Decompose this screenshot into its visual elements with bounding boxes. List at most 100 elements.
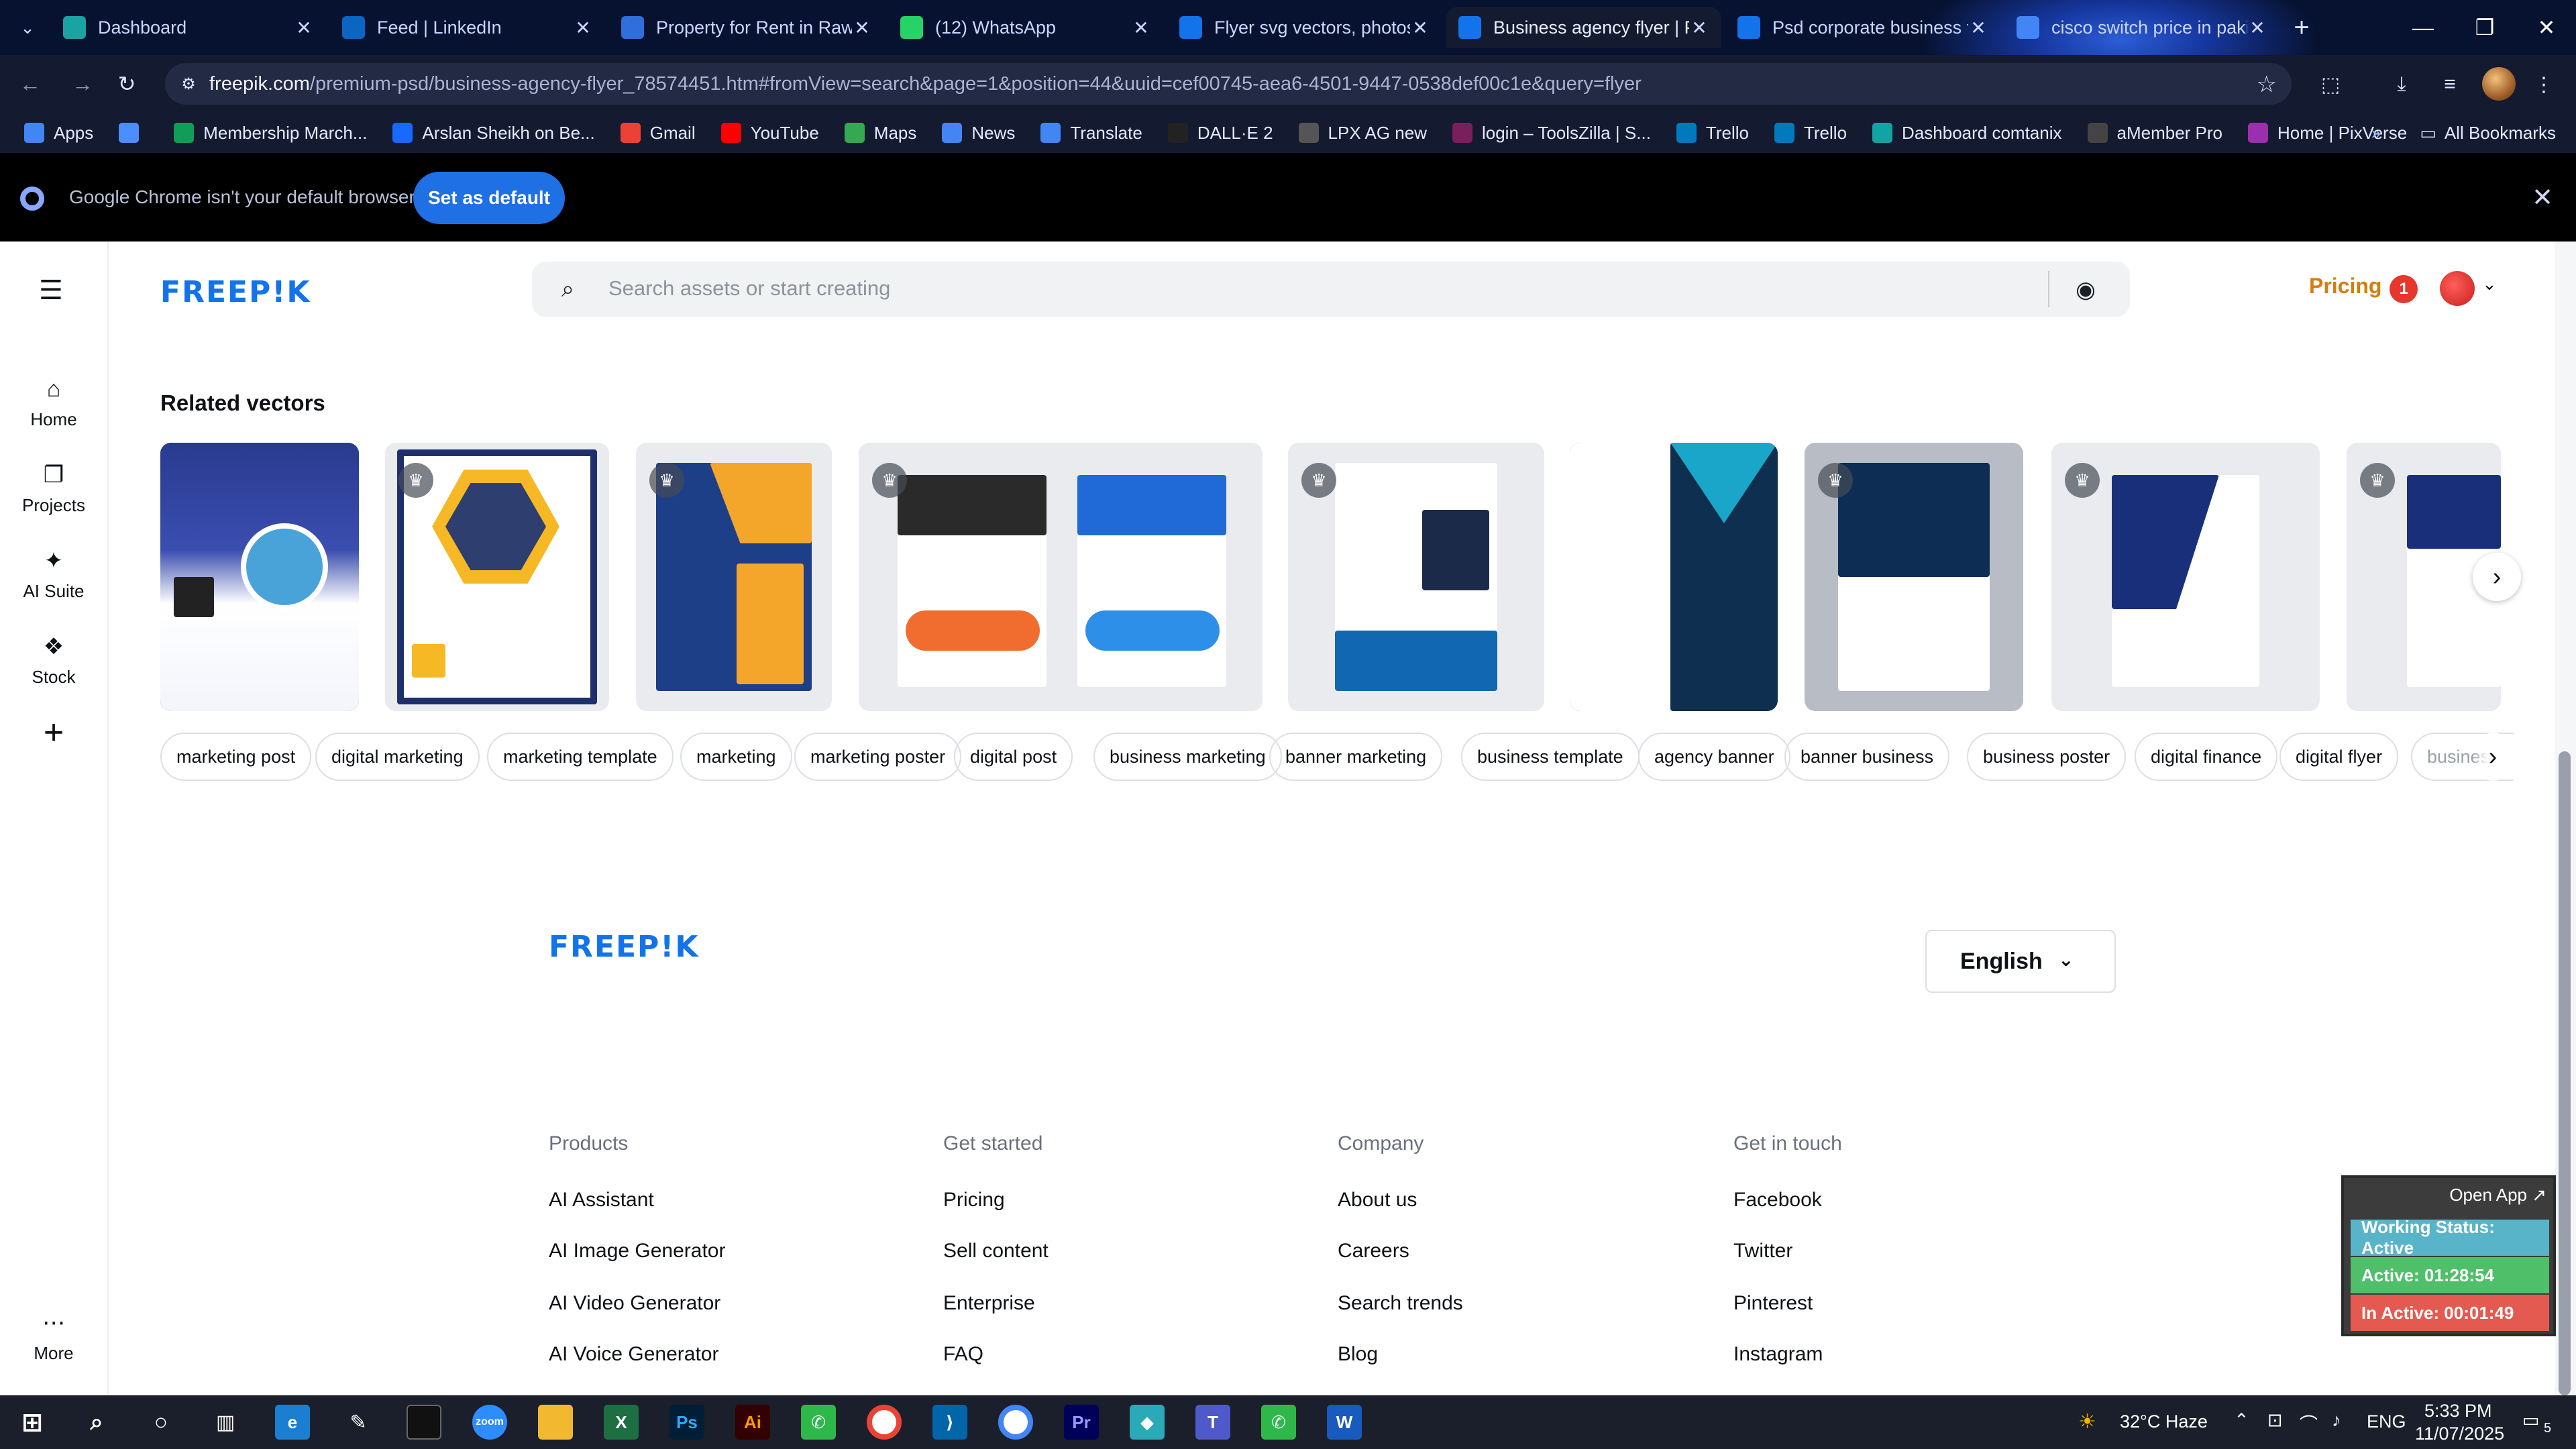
footer-link[interactable]: AI Voice Generator <box>549 1343 718 1366</box>
vscode-icon[interactable]: ⟩ <box>932 1405 967 1440</box>
related-thumb-5[interactable]: ♛ <box>1288 443 1544 711</box>
search-input[interactable]: Search assets or start creating <box>608 276 890 301</box>
search-icon[interactable]: ⌕ <box>79 1405 114 1440</box>
footer-link[interactable]: Twitter <box>1733 1240 1792 1263</box>
pen-icon[interactable]: ✎ <box>341 1405 376 1440</box>
edge-icon[interactable]: e <box>275 1405 310 1440</box>
bookmarks-more-icon[interactable]: » <box>2371 123 2381 144</box>
thumbs-next-arrow-icon[interactable]: › <box>2473 553 2521 601</box>
menu-hamburger-icon[interactable]: ☰ <box>39 275 63 306</box>
volume-icon[interactable]: ♪ <box>2332 1410 2341 1431</box>
bookmark-item[interactable]: aMember Pro <box>2087 123 2222 144</box>
minimize-button[interactable]: — <box>2392 0 2454 55</box>
bookmark-item[interactable]: News <box>942 123 1015 144</box>
account-chevron-down-icon[interactable]: ⌄ <box>2482 274 2497 294</box>
footer-link[interactable]: Pricing <box>943 1189 1005 1212</box>
page-scrollbar-thumb[interactable] <box>2559 751 2571 1395</box>
bookmark-item[interactable]: YouTube <box>720 123 819 144</box>
site-info-icon[interactable]: ⚙ <box>178 74 199 94</box>
phone-link-icon[interactable]: ✆ <box>801 1405 836 1440</box>
footer-link[interactable]: AI Image Generator <box>549 1240 725 1263</box>
tag-chip[interactable]: business poster <box>1967 733 2127 781</box>
close-window-button[interactable]: ✕ <box>2516 0 2576 55</box>
close-tab-icon[interactable]: ✕ <box>573 17 593 39</box>
footer-link[interactable]: About us <box>1338 1189 1417 1212</box>
tag-chip[interactable]: business template <box>1461 733 1640 781</box>
cortana-icon[interactable]: ○ <box>144 1405 178 1440</box>
sidebar-item-ai-suite[interactable]: ✦ AI Suite <box>0 547 107 602</box>
browser-tab[interactable]: Business agency flyer | Pr ✕ <box>1446 7 1721 48</box>
freepik-logo[interactable]: FREEP!K <box>160 275 311 309</box>
bookmark-item[interactable]: Translate <box>1040 123 1142 144</box>
tag-chip[interactable]: marketing <box>680 733 792 781</box>
bookmark-item[interactable]: Dashboard comtanix <box>1872 123 2062 144</box>
related-thumb-2[interactable]: ♛ <box>385 443 609 711</box>
footer-link[interactable]: Careers <box>1338 1240 1409 1263</box>
footer-link[interactable]: FAQ <box>943 1343 983 1366</box>
related-thumb-6[interactable] <box>1570 443 1778 711</box>
illustrator-icon[interactable]: Ai <box>735 1405 770 1440</box>
media-controls-icon[interactable]: ≡ <box>2435 70 2465 99</box>
back-icon[interactable]: ← <box>15 68 46 99</box>
bookmark-item[interactable]: Apps <box>24 123 93 144</box>
bookmark-item[interactable]: Trello <box>1774 123 1847 144</box>
clock-date[interactable]: 11/07/2025 <box>2415 1424 2504 1444</box>
footer-link[interactable]: Enterprise <box>943 1292 1035 1315</box>
weather-icon[interactable]: ☀ <box>2078 1410 2096 1434</box>
all-bookmarks-link[interactable]: All Bookmarks <box>2445 123 2556 144</box>
close-tab-icon[interactable]: ✕ <box>1689 17 1709 39</box>
browser-tab[interactable]: cisco switch price in paki ✕ <box>2004 7 2279 48</box>
bookmark-item[interactable]: DALL·E 2 <box>1167 123 1273 144</box>
footer-link[interactable]: AI Video Generator <box>549 1292 720 1315</box>
footer-link[interactable]: Facebook <box>1733 1189 1822 1212</box>
language-selector[interactable]: English ⌄ <box>1925 930 2116 993</box>
photoshop-icon[interactable]: Ps <box>669 1405 704 1440</box>
bookmark-item[interactable]: Membership March... <box>174 123 367 144</box>
wifi-icon[interactable]: ⌒ <box>2300 1410 2318 1436</box>
close-tab-icon[interactable]: ✕ <box>294 17 314 39</box>
excel-icon[interactable]: X <box>604 1405 639 1440</box>
footer-link[interactable]: Search trends <box>1338 1292 1463 1315</box>
browser-tab[interactable]: Dashboard ✕ <box>51 7 326 48</box>
related-thumb-1[interactable] <box>160 443 359 711</box>
downloads-icon[interactable]: ⤓ <box>2387 70 2416 99</box>
chrome-icon[interactable] <box>867 1405 902 1440</box>
browser-tab[interactable]: (12) WhatsApp ✕ <box>888 7 1163 48</box>
tag-chip[interactable]: banner marketing <box>1269 733 1443 781</box>
bookmark-item[interactable]: Maps <box>844 123 916 144</box>
sidebar-item-projects[interactable]: ❐ Projects <box>0 462 107 516</box>
zoom-icon[interactable]: zoom <box>472 1405 507 1440</box>
restore-button[interactable]: ❐ <box>2454 0 2516 55</box>
bookmark-item[interactable]: login – ToolsZilla | S... <box>1452 123 1651 144</box>
related-thumb-7[interactable]: ♛ <box>1805 443 2023 711</box>
sidebar-item-add[interactable]: + <box>0 715 107 753</box>
tag-chip[interactable]: marketing post <box>160 733 312 781</box>
footer-freepik-logo[interactable]: FREEP!K <box>549 930 699 964</box>
close-infobar-icon[interactable]: ✕ <box>2532 182 2553 213</box>
sidebar-item-home[interactable]: ⌂ Home <box>0 376 107 430</box>
sidebar-item-more[interactable]: ⋯ More <box>0 1309 107 1364</box>
tag-chip[interactable]: digital flyer <box>2279 733 2399 781</box>
chrome-menu-icon[interactable]: ⋮ <box>2529 70 2559 99</box>
extensions-icon[interactable]: ⬚ <box>2316 70 2345 99</box>
browser-tab[interactable]: Property for Rent in Rawa ✕ <box>609 7 884 48</box>
bookmark-item[interactable]: Trello <box>1676 123 1749 144</box>
app-icon[interactable]: ◆ <box>1130 1405 1165 1440</box>
tab-search-chevron-icon[interactable]: ⌄ <box>12 12 43 43</box>
tag-chip[interactable]: agency banner <box>1638 733 1790 781</box>
input-language[interactable]: ENG <box>2367 1411 2406 1432</box>
bookmark-item[interactable] <box>119 123 148 143</box>
tag-chip[interactable]: marketing poster <box>794 733 962 781</box>
weather-text[interactable]: 32°C Haze <box>2120 1411 2208 1432</box>
tag-chip[interactable]: digital finance <box>2135 733 2278 781</box>
related-thumb-8[interactable]: ♛ <box>2051 443 2320 711</box>
set-as-default-button[interactable]: Set as default <box>413 172 565 224</box>
open-app-link[interactable]: Open App ↗ <box>2449 1185 2546 1205</box>
browser-tab[interactable]: Flyer svg vectors, photos ✕ <box>1167 7 1442 48</box>
tags-next-arrow-icon[interactable]: › <box>2473 733 2513 781</box>
teams-icon[interactable]: T <box>1195 1405 1230 1440</box>
tag-chip[interactable]: banner business <box>1784 733 1950 781</box>
footer-link[interactable]: Instagram <box>1733 1343 1823 1366</box>
tag-chip[interactable]: business marketing <box>1093 733 1282 781</box>
footer-link[interactable]: Blog <box>1338 1343 1378 1366</box>
